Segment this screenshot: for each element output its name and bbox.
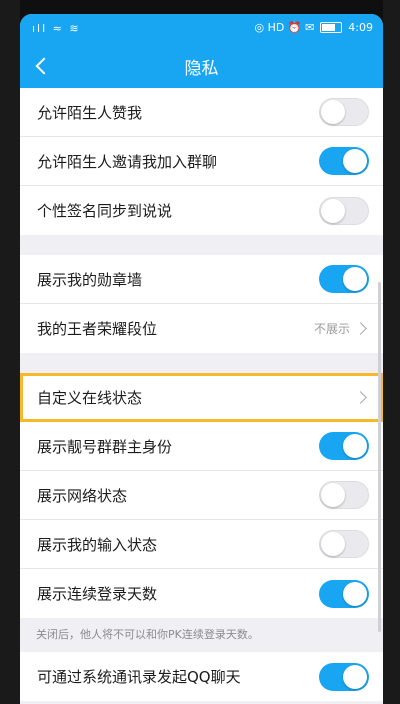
settings-row-label: 展示网络状态	[37, 486, 128, 505]
toggle-knob	[321, 483, 345, 507]
chevron-right-icon	[354, 322, 367, 335]
settings-list: 允许陌生人赞我 允许陌生人邀请我加入群聊 个性签名同步到说说 展示我的勋章墙 我的王者荣…	[20, 88, 383, 701]
settings-group: 自定义在线状态展示靓号群群主身份 展示网络状态展示我的输入状态 展示连续登录天数	[20, 373, 383, 618]
group-spacer	[20, 235, 383, 255]
toggle-switch[interactable]	[319, 98, 369, 126]
group-spacer	[20, 353, 383, 373]
toggle-knob	[343, 581, 367, 606]
settings-row-value: 不展示	[313, 322, 350, 336]
footnote: 关闭后，他人将不可以和你PK连续登录天数。	[20, 618, 383, 652]
settings-row[interactable]: 展示连续登录天数	[20, 569, 383, 618]
settings-row[interactable]: 个性签名同步到说说	[20, 186, 383, 235]
settings-row-label: 允许陌生人赞我	[37, 103, 143, 122]
settings-group: 展示我的勋章墙 我的王者荣耀段位 不展示	[20, 255, 383, 353]
settings-row[interactable]: 展示靓号群群主身份	[20, 422, 383, 471]
settings-row-label: 允许陌生人邀请我加入群聊	[37, 152, 218, 171]
settings-row[interactable]: 可通过系统通讯录发起QQ聊天	[20, 652, 383, 701]
toggle-switch[interactable]	[319, 432, 369, 460]
toggle-switch[interactable]	[319, 147, 369, 175]
chevron-right-icon	[354, 390, 367, 404]
toggle-switch[interactable]	[319, 662, 369, 691]
status-right: ◎ HD ⏰ ✉ 4:09	[255, 21, 373, 34]
phone-frame: ıll ≈ ≋ ◎ HD ⏰ ✉ 4:09 隐私 允许陌生人赞我允许陌生人邀请我…	[0, 0, 400, 704]
battery-icon	[320, 22, 343, 33]
settings-row-label: 可通过系统通讯录发起QQ聊天	[37, 668, 241, 686]
screen: ıll ≈ ≋ ◎ HD ⏰ ✉ 4:09 隐私 允许陌生人赞我允许陌生人邀请我…	[20, 14, 383, 704]
toggle-knob	[343, 434, 367, 458]
status-time: 4:09	[348, 21, 373, 34]
toggle-switch[interactable]	[319, 530, 369, 558]
settings-row[interactable]: 我的王者荣耀段位 不展示	[20, 304, 383, 353]
settings-row[interactable]: 允许陌生人赞我	[20, 88, 383, 137]
toggle-switch[interactable]	[319, 265, 369, 293]
settings-row[interactable]: 自定义在线状态	[20, 373, 383, 422]
settings-row[interactable]: 展示网络状态	[20, 471, 383, 520]
toggle-switch[interactable]	[319, 196, 369, 225]
toggle-knob	[321, 100, 345, 124]
settings-row-label: 展示靓号群群主身份	[37, 437, 173, 456]
settings-group: 允许陌生人赞我允许陌生人邀请我加入群聊 个性签名同步到说说	[20, 88, 383, 235]
toggle-knob	[343, 267, 367, 291]
phone-bezel-left	[0, 0, 20, 704]
status-icons: ◎ HD ⏰ ✉	[254, 21, 315, 34]
toggle-switch[interactable]	[319, 579, 369, 608]
status-bar: ıll ≈ ≋ ◎ HD ⏰ ✉ 4:09	[20, 14, 383, 44]
settings-row-label: 展示连续登录天数	[37, 585, 158, 603]
scrollbar[interactable]	[378, 282, 381, 632]
settings-row[interactable]: 展示我的勋章墙	[20, 255, 383, 304]
toggle-knob	[343, 664, 367, 689]
settings-row-label: 展示我的勋章墙	[37, 270, 143, 289]
toggle-switch[interactable]	[319, 481, 369, 509]
toggle-knob	[321, 198, 345, 223]
toggle-knob	[321, 532, 345, 556]
page-title: 隐私	[184, 59, 219, 79]
toggle-knob	[343, 149, 367, 173]
settings-row-label: 展示我的输入状态	[37, 535, 158, 554]
settings-row-label: 自定义在线状态	[37, 388, 143, 407]
signal-wifi-icons: ıll ≈ ≋	[32, 22, 81, 35]
settings-row[interactable]: 展示我的输入状态	[20, 520, 383, 569]
title-bar: 隐私	[20, 44, 383, 88]
settings-row-label: 我的王者荣耀段位	[37, 320, 158, 338]
phone-bezel-right	[383, 0, 400, 704]
settings-group: 可通过系统通讯录发起QQ聊天	[20, 652, 383, 701]
settings-row[interactable]: 允许陌生人邀请我加入群聊	[20, 137, 383, 186]
settings-row-label: 个性签名同步到说说	[37, 202, 173, 220]
